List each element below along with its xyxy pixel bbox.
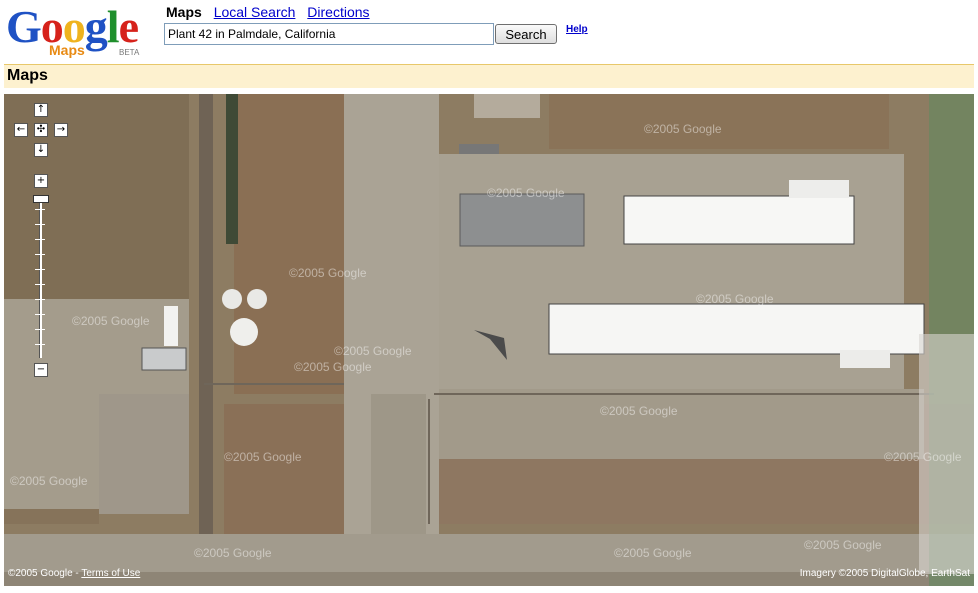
zoom-in-button[interactable]: + xyxy=(34,174,48,188)
google-maps-logo[interactable]: Google Maps BETA xyxy=(6,4,156,60)
zoom-tick xyxy=(35,239,45,240)
imagery-credit: Imagery ©2005 DigitalGlobe, EarthSat xyxy=(799,568,970,579)
zoom-tick xyxy=(35,224,45,225)
zoom-slider-track[interactable] xyxy=(39,195,42,358)
logo-beta-badge: BETA xyxy=(119,48,140,57)
search-input[interactable] xyxy=(164,23,494,45)
nav-local-search-link[interactable]: Local Search xyxy=(214,4,296,20)
zoom-out-button[interactable]: − xyxy=(34,363,48,377)
zoom-tick xyxy=(35,269,45,270)
logo-product-label: Maps xyxy=(49,42,85,58)
zoom-tick xyxy=(35,299,45,300)
pan-up-button[interactable]: ↑ xyxy=(34,103,48,117)
satellite-imagery xyxy=(4,94,974,586)
zoom-tick xyxy=(35,209,45,210)
zoom-slider-handle[interactable] xyxy=(33,195,49,203)
terms-of-use-link[interactable]: Terms of Use xyxy=(81,568,140,579)
search-button[interactable]: Search xyxy=(495,24,557,44)
nav-directions-link[interactable]: Directions xyxy=(307,4,369,20)
pan-left-button[interactable]: ← xyxy=(14,123,28,137)
pan-right-button[interactable]: → xyxy=(54,123,68,137)
map-copyright: ©2005 Google - Terms of Use xyxy=(8,568,140,579)
pan-down-button[interactable]: ↓ xyxy=(34,143,48,157)
help-link[interactable]: Help xyxy=(566,24,588,35)
pan-center-button[interactable]: ✣ xyxy=(34,123,48,137)
zoom-tick xyxy=(35,329,45,330)
zoom-tick xyxy=(35,284,45,285)
maps-title: Maps xyxy=(7,67,48,84)
top-navigation: Maps Local Search Directions xyxy=(166,4,378,20)
zoom-tick xyxy=(35,314,45,315)
zoom-tick xyxy=(35,254,45,255)
maps-title-bar: Maps xyxy=(4,64,974,88)
copyright-text: ©2005 Google - xyxy=(8,568,82,579)
zoom-tick xyxy=(35,344,45,345)
nav-maps-current: Maps xyxy=(166,4,202,20)
satellite-map[interactable]: ©2005 Google ©2005 Google ©2005 Google ©… xyxy=(4,94,974,586)
